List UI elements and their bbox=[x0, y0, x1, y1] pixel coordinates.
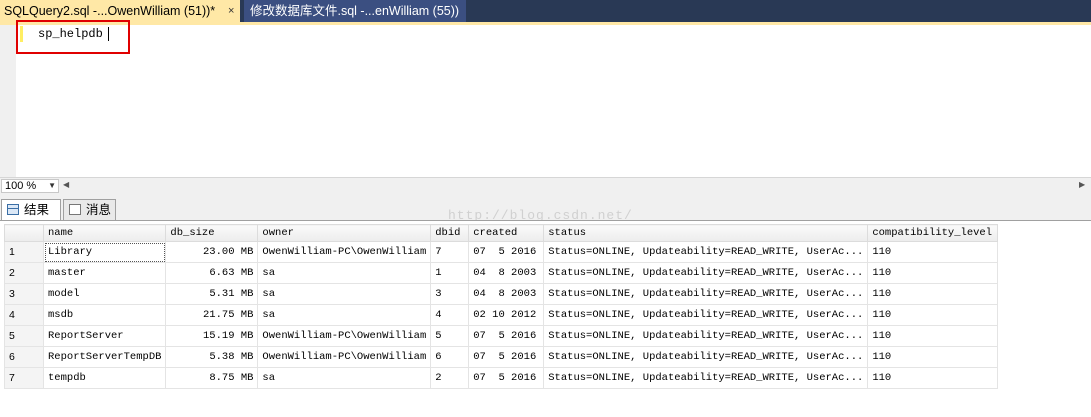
cell-db-size[interactable]: 5.31 MB bbox=[165, 283, 259, 305]
table-row[interactable]: 6 ReportServerTempDB 5.38 MB OwenWilliam… bbox=[4, 346, 999, 368]
column-header-created[interactable]: created bbox=[468, 224, 545, 242]
row-number[interactable]: 3 bbox=[4, 283, 44, 305]
tab-modify-db-file[interactable]: 修改数据库文件.sql -...enWilliam (55)) bbox=[244, 0, 466, 22]
cell-created[interactable]: 04 8 2003 bbox=[468, 262, 545, 284]
scroll-right-icon[interactable]: ▶ bbox=[1079, 180, 1085, 189]
column-header-name[interactable]: name bbox=[42, 224, 167, 242]
zoom-select[interactable]: 100 % ▼ bbox=[1, 179, 59, 193]
cell-dbid[interactable]: 7 bbox=[430, 241, 470, 263]
cell-name[interactable]: model bbox=[42, 283, 167, 305]
cell-compatibility-level[interactable]: 110 bbox=[867, 304, 999, 326]
scroll-left-icon[interactable]: ◀ bbox=[63, 180, 69, 189]
table-row[interactable]: 7 tempdb 8.75 MB sa 2 07 5 2016 Status=O… bbox=[4, 367, 999, 389]
cell-status[interactable]: Status=ONLINE, Updateability=READ_WRITE,… bbox=[543, 304, 869, 326]
table-row[interactable]: 5 ReportServer 15.19 MB OwenWilliam-PC\O… bbox=[4, 325, 999, 347]
cell-created[interactable]: 02 10 2012 bbox=[468, 304, 545, 326]
cell-owner[interactable]: sa bbox=[257, 367, 432, 389]
row-number[interactable]: 4 bbox=[4, 304, 44, 326]
cell-dbid[interactable]: 4 bbox=[430, 304, 470, 326]
cell-compatibility-level[interactable]: 110 bbox=[867, 367, 999, 389]
cell-name[interactable]: ReportServerTempDB bbox=[42, 346, 167, 368]
cell-created[interactable]: 07 5 2016 bbox=[468, 241, 545, 263]
cell-owner[interactable]: OwenWilliam-PC\OwenWilliam bbox=[257, 346, 432, 368]
chevron-down-icon: ▼ bbox=[48, 181, 56, 190]
cell-compatibility-level[interactable]: 110 bbox=[867, 262, 999, 284]
cell-dbid[interactable]: 6 bbox=[430, 346, 470, 368]
query-editor[interactable]: sp_helpdb bbox=[0, 20, 1091, 177]
cell-compatibility-level[interactable]: 110 bbox=[867, 325, 999, 347]
cell-owner[interactable]: sa bbox=[257, 304, 432, 326]
tab-messages-label: 消息 bbox=[86, 203, 112, 217]
cell-db-size[interactable]: 21.75 MB bbox=[165, 304, 259, 326]
cell-db-size[interactable]: 8.75 MB bbox=[165, 367, 259, 389]
cell-dbid[interactable]: 1 bbox=[430, 262, 470, 284]
column-header-dbid[interactable]: dbid bbox=[430, 224, 470, 242]
table-row[interactable]: 3 model 5.31 MB sa 3 04 8 2003 Status=ON… bbox=[4, 283, 999, 305]
cell-name[interactable]: master bbox=[42, 262, 167, 284]
cell-created[interactable]: 07 5 2016 bbox=[468, 325, 545, 347]
editor-gutter bbox=[0, 25, 16, 177]
cell-db-size[interactable]: 15.19 MB bbox=[165, 325, 259, 347]
editor-status-bar: 100 % ▼ ◀ ▶ bbox=[0, 177, 1091, 194]
column-header-db-size[interactable]: db_size bbox=[165, 224, 259, 242]
result-tab-strip: 结果 消息 http://blog.csdn.net/ bbox=[0, 194, 1091, 223]
cell-status[interactable]: Status=ONLINE, Updateability=READ_WRITE,… bbox=[543, 241, 869, 263]
cell-status[interactable]: Status=ONLINE, Updateability=READ_WRITE,… bbox=[543, 346, 869, 368]
highlight-box bbox=[16, 20, 130, 54]
cell-owner[interactable]: OwenWilliam-PC\OwenWilliam bbox=[257, 241, 432, 263]
cell-compatibility-level[interactable]: 110 bbox=[867, 346, 999, 368]
cell-name[interactable]: ReportServer bbox=[42, 325, 167, 347]
tab-messages[interactable]: 消息 bbox=[63, 199, 116, 220]
table-row[interactable]: 2 master 6.63 MB sa 1 04 8 2003 Status=O… bbox=[4, 262, 999, 284]
row-number[interactable]: 1 bbox=[4, 241, 44, 263]
cell-db-size[interactable]: 5.38 MB bbox=[165, 346, 259, 368]
cell-status[interactable]: Status=ONLINE, Updateability=READ_WRITE,… bbox=[543, 367, 869, 389]
column-header-owner[interactable]: owner bbox=[257, 224, 432, 242]
cell-dbid[interactable]: 3 bbox=[430, 283, 470, 305]
cell-owner[interactable]: sa bbox=[257, 262, 432, 284]
document-tab-strip: SQLQuery2.sql -...OwenWilliam (51))* × 修… bbox=[0, 0, 1091, 22]
row-number[interactable]: 2 bbox=[4, 262, 44, 284]
cell-status[interactable]: Status=ONLINE, Updateability=READ_WRITE,… bbox=[543, 262, 869, 284]
cell-name[interactable]: msdb bbox=[42, 304, 167, 326]
row-number-header bbox=[4, 224, 44, 242]
tab-sqlquery2[interactable]: SQLQuery2.sql -...OwenWilliam (51))* × bbox=[0, 0, 240, 22]
cell-compatibility-level[interactable]: 110 bbox=[867, 283, 999, 305]
cell-created[interactable]: 07 5 2016 bbox=[468, 346, 545, 368]
cell-owner[interactable]: sa bbox=[257, 283, 432, 305]
column-header-status[interactable]: status bbox=[543, 224, 869, 242]
cell-created[interactable]: 04 8 2003 bbox=[468, 283, 545, 305]
row-number[interactable]: 6 bbox=[4, 346, 44, 368]
message-icon bbox=[69, 204, 81, 215]
cell-dbid[interactable]: 2 bbox=[430, 367, 470, 389]
grid-icon bbox=[7, 204, 19, 215]
table-row[interactable]: 1 Library 23.00 MB OwenWilliam-PC\OwenWi… bbox=[4, 241, 999, 263]
row-number[interactable]: 5 bbox=[4, 325, 44, 347]
column-header-compatibility-level[interactable]: compatibility_level bbox=[867, 224, 999, 242]
grid-header-row: name db_size owner dbid created status c… bbox=[4, 224, 999, 242]
cell-compatibility-level[interactable]: 110 bbox=[867, 241, 999, 263]
zoom-value: 100 % bbox=[5, 180, 37, 192]
cell-owner[interactable]: OwenWilliam-PC\OwenWilliam bbox=[257, 325, 432, 347]
tab-results-label: 结果 bbox=[24, 203, 50, 217]
cell-name[interactable]: Library bbox=[42, 241, 167, 263]
close-icon[interactable]: × bbox=[228, 0, 234, 22]
results-grid-pane: name db_size owner dbid created status c… bbox=[0, 220, 1091, 417]
row-number[interactable]: 7 bbox=[4, 367, 44, 389]
cell-db-size[interactable]: 6.63 MB bbox=[165, 262, 259, 284]
cell-dbid[interactable]: 5 bbox=[430, 325, 470, 347]
tab-label: 修改数据库文件.sql -...enWilliam (55)) bbox=[250, 4, 460, 18]
cell-created[interactable]: 07 5 2016 bbox=[468, 367, 545, 389]
cell-status[interactable]: Status=ONLINE, Updateability=READ_WRITE,… bbox=[543, 325, 869, 347]
results-grid: name db_size owner dbid created status c… bbox=[4, 224, 999, 389]
cell-name[interactable]: tempdb bbox=[42, 367, 167, 389]
table-row[interactable]: 4 msdb 21.75 MB sa 4 02 10 2012 Status=O… bbox=[4, 304, 999, 326]
tab-results[interactable]: 结果 bbox=[1, 199, 61, 220]
cell-status[interactable]: Status=ONLINE, Updateability=READ_WRITE,… bbox=[543, 283, 869, 305]
tab-label: SQLQuery2.sql -...OwenWilliam (51))* bbox=[4, 4, 216, 18]
cell-db-size[interactable]: 23.00 MB bbox=[165, 241, 259, 263]
